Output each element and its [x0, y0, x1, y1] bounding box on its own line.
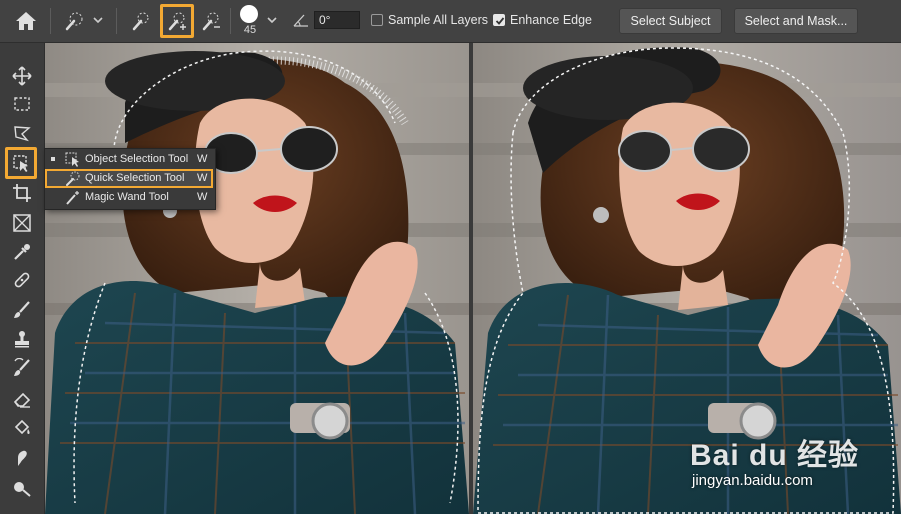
- tool-preset-picker[interactable]: [60, 6, 90, 36]
- canvas-before[interactable]: [45, 43, 469, 514]
- object-selection-tool[interactable]: [5, 147, 37, 179]
- marquee-tool[interactable]: [8, 91, 36, 117]
- eyedropper-icon: [14, 244, 30, 260]
- dodge-icon: [14, 482, 31, 497]
- angle-icon: [293, 14, 308, 27]
- options-bar: 45 0° Sample All Layers Enhance Edge Sel…: [0, 0, 901, 43]
- dodge-tool[interactable]: [8, 475, 36, 501]
- move-icon: [12, 66, 32, 86]
- bandage-icon: [14, 272, 30, 288]
- brush-tool[interactable]: [8, 297, 36, 323]
- select-and-mask-button[interactable]: Select and Mask...: [734, 8, 858, 34]
- subtract-selection-brush-icon: [202, 12, 220, 31]
- angle-input[interactable]: 0°: [314, 11, 360, 29]
- eraser-tool[interactable]: [8, 386, 36, 412]
- smudge-tool[interactable]: [8, 445, 36, 471]
- add-to-selection-mode[interactable]: [160, 4, 194, 38]
- current-tool-marker: [51, 157, 55, 161]
- enhance-edge-label: Enhance Edge: [510, 13, 593, 27]
- add-selection-brush-icon: [168, 12, 186, 31]
- rectangular-marquee-icon: [14, 97, 30, 111]
- frame-icon: [13, 214, 31, 232]
- chevron-down-icon[interactable]: [266, 14, 278, 26]
- stamp-icon: [15, 331, 29, 348]
- crop-tool[interactable]: [8, 180, 36, 206]
- flyout-item-shortcut: W: [197, 172, 208, 184]
- paint-bucket-tool[interactable]: [8, 415, 36, 441]
- paint-bucket-icon: [14, 419, 30, 435]
- new-selection-mode[interactable]: [126, 6, 156, 36]
- portrait-photo-before: [45, 43, 469, 514]
- watermark-url: jingyan.baidu.com: [692, 472, 813, 489]
- select-subject-button[interactable]: Select Subject: [619, 8, 722, 34]
- flyout-item-label: Object Selection Tool: [85, 153, 189, 165]
- flyout-item-magic-wand[interactable]: Magic Wand Tool W: [45, 188, 213, 207]
- sample-all-layers-checkbox[interactable]: [371, 14, 383, 26]
- sample-all-layers-label: Sample All Layers: [388, 13, 489, 27]
- magic-wand-icon: [66, 191, 79, 205]
- polygonal-lasso-icon: [14, 126, 31, 142]
- flyout-item-object-selection[interactable]: Object Selection Tool W: [45, 150, 213, 169]
- eyedropper-tool[interactable]: [8, 239, 36, 265]
- move-tool[interactable]: [8, 63, 36, 89]
- quick-selection-preset-icon: [65, 12, 83, 31]
- lasso-tool[interactable]: [8, 120, 36, 146]
- flyout-item-label: Quick Selection Tool: [85, 172, 185, 184]
- flyout-item-label: Magic Wand Tool: [85, 191, 169, 203]
- options-separator: [230, 8, 231, 34]
- chevron-down-icon[interactable]: [92, 14, 104, 26]
- watermark-logo: Bai du 经验: [690, 439, 860, 472]
- flyout-item-shortcut: W: [197, 191, 208, 203]
- tools-panel: [0, 43, 45, 514]
- enhance-edge-checkbox[interactable]: [493, 14, 505, 26]
- eraser-icon: [13, 392, 31, 408]
- history-brush-icon: [14, 358, 30, 376]
- healing-brush-tool[interactable]: [8, 267, 36, 293]
- frame-tool[interactable]: [8, 210, 36, 236]
- new-selection-brush-icon: [132, 12, 149, 31]
- options-separator: [50, 8, 51, 34]
- checkmark-icon: [495, 17, 505, 25]
- subtract-from-selection-mode[interactable]: [196, 6, 226, 36]
- brush-size-value: 45: [243, 24, 257, 36]
- history-brush-tool[interactable]: [8, 355, 36, 381]
- brush-preview-icon[interactable]: [240, 5, 258, 23]
- options-separator: [116, 8, 117, 34]
- flyout-item-shortcut: W: [197, 153, 208, 165]
- object-selection-icon: [13, 155, 28, 172]
- home-icon[interactable]: [14, 10, 38, 32]
- object-selection-icon: [65, 152, 79, 167]
- quick-selection-icon: [66, 171, 80, 186]
- smudge-icon: [18, 450, 27, 466]
- selection-tools-flyout: Object Selection Tool W Quick Selection …: [44, 148, 216, 210]
- brush-icon: [14, 301, 30, 318]
- clone-stamp-tool[interactable]: [8, 326, 36, 352]
- baidu-jingyan-watermark: Bai du 经验 jingyan.baidu.com: [690, 420, 890, 500]
- crop-icon: [13, 184, 31, 202]
- flyout-item-quick-selection[interactable]: Quick Selection Tool W: [45, 169, 213, 188]
